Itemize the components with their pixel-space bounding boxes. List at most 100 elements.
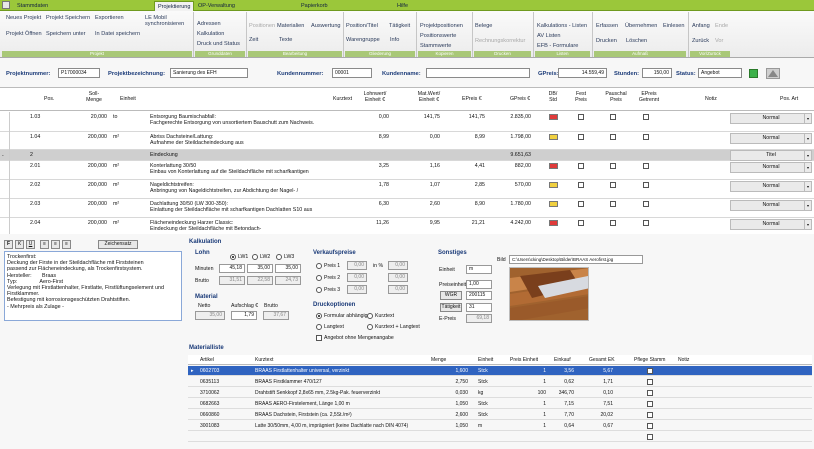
col-db-std[interactable]: DB/ Std [546,91,560,103]
projektbezeichnung-field[interactable]: Sanierung des EFH [170,68,248,78]
col-epreis[interactable]: EPreis € [462,96,482,102]
preis2-radio[interactable] [316,275,322,281]
col-pos-art[interactable]: Pos. Art [780,96,798,102]
pos-art-dropdown[interactable]: Normal ▾ [730,133,812,144]
nav-ende-button[interactable]: Ende [715,23,728,30]
pauschal-preis-checkbox[interactable] [610,182,616,188]
export-button[interactable]: Exportieren [95,15,124,22]
texte-button[interactable]: Texte [279,37,292,44]
material-row[interactable]: 0682663 BRAAS AERO-Firstelement, Länge 1,… [188,399,812,409]
fest-preis-checkbox[interactable] [578,182,584,188]
align-center-button[interactable]: ≡ [51,240,60,249]
row-indicator[interactable] [0,161,10,180]
lw2-radio[interactable] [252,254,258,260]
epreis-getrennt-checkbox[interactable] [643,163,649,169]
aufmass-erfassen-button[interactable]: Erfassen [596,23,618,30]
position-row[interactable]: 2.03 200,000 m² Dachlattung 30/50 (LW 300-3… [0,199,814,218]
position-row[interactable]: 2.02 200,000 m² Nageldichtstreifen: Anbringu… [0,180,814,199]
tab-stammdaten[interactable]: Stammdaten [14,1,51,11]
save-as-button[interactable]: Speichern unter [46,31,86,38]
aufmass-drucken-button[interactable]: Drucken [596,38,617,45]
position-row[interactable]: 2.04 200,000 m² Flächeneindeckung Harzer Cl… [0,218,814,234]
kundenname-field[interactable] [426,68,530,78]
pauschal-preis-checkbox[interactable] [610,163,616,169]
formular-radio[interactable] [316,313,322,319]
save-project-button[interactable]: Projekt Speichern [46,15,90,22]
underline-button[interactable]: U [26,240,35,249]
epreis-getrennt-checkbox[interactable] [643,134,649,140]
mat-col-kurztext[interactable]: Kurztext [255,355,273,365]
info-button[interactable]: Info [390,37,399,44]
row-indicator[interactable] [0,199,10,218]
position-row[interactable]: 1.03 20,000 to Entsorgung Baumischabfall: Fa… [0,112,814,132]
tab-op-verwaltung[interactable]: OP-Verwaltung [195,1,238,11]
mat-aufschlag-field[interactable]: 1,79 [231,311,257,320]
mat-col-gesamt-ek[interactable]: Gesamt EK [589,355,615,365]
bild-path-field[interactable]: C:\Users\cking\Desktop\Bilder\BRAAS Aero… [509,255,643,264]
col-gpreis[interactable]: GPreis € [510,96,530,102]
epreis-getrennt-checkbox[interactable] [643,201,649,207]
pflege-stamm-checkbox[interactable] [647,423,653,429]
col-matwert[interactable]: Mat.Wert/ Einheit € [412,91,446,103]
fest-preis-checkbox[interactable] [578,220,584,226]
pauschal-preis-checkbox[interactable] [610,220,616,226]
preis3-field[interactable]: 0,00 [347,285,367,294]
efb-formulare-button[interactable]: EFB - Formulare [537,43,578,50]
nav-vor-button[interactable]: Vor [715,38,723,45]
col-fest-preis[interactable]: Fest Preis [574,91,588,103]
preis2-field[interactable]: 0,00 [347,273,367,282]
positionen-button[interactable]: Positionen [249,23,275,30]
kalkulation-button[interactable]: Kalkulation [197,31,224,38]
open-project-button[interactable]: Projekt Öffnen [6,31,42,38]
kurztext-radio[interactable] [367,313,373,319]
taetigkeit-field[interactable]: 31 [466,303,492,312]
position-row[interactable]: 1.04 200,000 m² Abriss Dachsteine/Lattung: A… [0,132,814,150]
mat-col-preis-einheit[interactable]: Preis Einheit [510,355,538,365]
materialien-button[interactable]: Materialien [277,23,304,30]
taetigkeit-button[interactable]: Tätigkeit [389,23,410,30]
nav-anfang-button[interactable]: Anfang [692,23,710,30]
chevron-down-icon[interactable]: ▾ [804,134,811,143]
pflege-stamm-checkbox[interactable] [647,401,653,407]
preiseinheit-field[interactable]: 1,00 [466,280,492,289]
taetigkeit-select-button[interactable]: Tätigkeit [440,303,462,312]
druck-status-button[interactable]: Druck und Status [197,41,240,48]
aufmass-uebernehmen-button[interactable]: Übernehmen [625,23,657,30]
fest-preis-checkbox[interactable] [578,134,584,140]
stammwerte-button[interactable]: Stammwerte [420,43,451,50]
col-pauschal-preis[interactable]: Pauschal Preis [603,91,629,103]
material-row[interactable]: ▸ 0602703 BRAAS Firstlattenhalter universa… [188,366,812,376]
status-dropdown[interactable]: Angebot [698,68,742,78]
align-right-button[interactable]: ≡ [62,240,71,249]
pos-art-dropdown[interactable]: Titel ▾ [730,150,812,161]
positionswerte-button[interactable]: Positionswerte [420,33,456,40]
chevron-down-icon[interactable]: ▾ [804,182,811,191]
preis1-field[interactable]: 0,00 [347,261,367,270]
rechnungskorrektur-button[interactable]: Rechnungskorrektur [475,38,525,45]
kundennummer-field[interactable]: 00001 [332,68,372,78]
aufmass-loeschen-button[interactable]: Löschen [626,38,647,45]
preis3-percent-field[interactable]: 0,00 [388,285,408,294]
position-row[interactable]: 2.01 200,000 m² Konterlattung 30/50 Einbau v… [0,161,814,180]
mat-col-einheit[interactable]: Einheit [478,355,493,365]
belege-button[interactable]: Belege [475,23,492,30]
lw3-minuten-field[interactable]: 35,00 [275,264,301,273]
lw1-minuten-field[interactable]: 45,18 [219,264,245,273]
wgr-button[interactable]: WGR [440,291,462,300]
material-row[interactable]: 3710062 Drahtstift Senkkopf 2,8x65 mm, 2.… [188,388,812,398]
col-kurztext[interactable]: Kurztext [333,96,352,102]
mat-col-pflege-stamm[interactable]: Pflege Stamm [634,355,665,365]
position-row[interactable]: - 2 Eindeckung 9.651,63 Titel ▾ [0,150,814,161]
mat-col-notiz[interactable]: Notiz [678,355,689,365]
kalkulations-listen-button[interactable]: Kalkulations - Listen [537,23,587,30]
collapse-icon[interactable]: - [2,153,4,159]
position-titel-button[interactable]: Position/Titel [346,23,378,30]
col-epreis-getrennt[interactable]: EPreis Getrennt [636,91,662,103]
projektpositionen-button[interactable]: Projektpositionen [420,23,463,30]
row-indicator[interactable] [0,112,10,132]
fest-preis-checkbox[interactable] [578,201,584,207]
warengruppe-button[interactable]: Warengruppe [346,37,380,44]
pos-art-dropdown[interactable]: Normal ▾ [730,181,812,192]
pos-art-dropdown[interactable]: Normal ▾ [730,162,812,173]
lw1-radio[interactable] [230,254,236,260]
